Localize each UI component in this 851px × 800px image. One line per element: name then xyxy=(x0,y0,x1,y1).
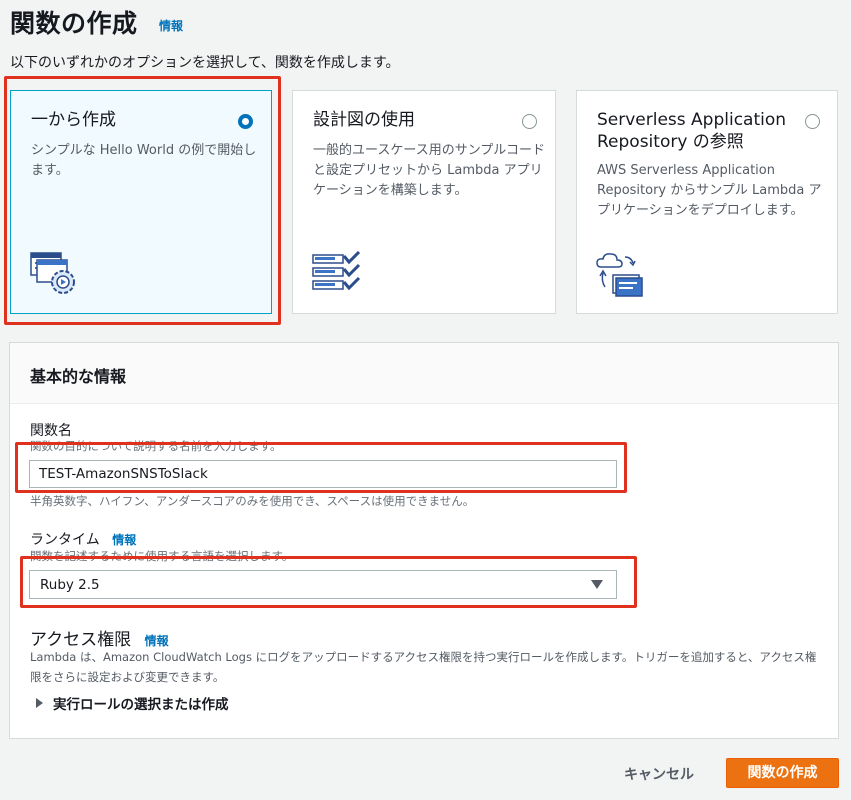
function-name-label: 関数名 xyxy=(30,423,72,439)
option-title: Serverless Application Repository の参照 xyxy=(597,110,787,152)
function-name-input[interactable] xyxy=(29,460,617,488)
option-radio-author-from-scratch[interactable] xyxy=(238,114,253,129)
option-radio-blueprint[interactable] xyxy=(522,114,537,129)
function-name-hint: 関数の目的について説明する名前を入力します。 xyxy=(30,439,282,453)
panel-title: 基本的な情報 xyxy=(30,367,127,386)
option-card-author-from-scratch[interactable]: 一から作成 シンプルな Hello World の例で開始します。 xyxy=(10,90,272,314)
option-card-blueprint[interactable]: 設計図の使用 一般的ユースケース用のサンプルコードと設定プリセットから Lamb… xyxy=(292,90,556,314)
basic-info-panel: 基本的な情報 関数名 関数の目的について説明する名前を入力します。 半角英数字、… xyxy=(9,342,839,739)
caret-right-icon xyxy=(36,698,43,708)
panel-header: 基本的な情報 xyxy=(10,343,838,404)
create-function-button[interactable]: 関数の作成 xyxy=(726,758,839,788)
serverless-repo-icon xyxy=(596,253,643,297)
access-description: Lambda は、Amazon CloudWatch Logs にログをアップロ… xyxy=(30,650,817,684)
runtime-hint: 関数を記述するために使用する言語を選択します。 xyxy=(30,549,294,563)
author-from-scratch-icon xyxy=(30,252,75,294)
function-name-constraint: 半角英数字、ハイフン、アンダースコアのみを使用でき、スペースは使用できません。 xyxy=(30,494,475,508)
cancel-button[interactable]: キャンセル xyxy=(612,758,706,788)
option-description: 一般的ユースケース用のサンプルコードと設定プリセットから Lambda アプリケ… xyxy=(313,143,546,198)
option-title: 設計図の使用 xyxy=(313,110,415,130)
runtime-label-text: ランタイム xyxy=(30,532,100,548)
title-info-link[interactable]: 情報 xyxy=(159,17,183,34)
option-card-serverless-repo[interactable]: Serverless Application Repository の参照 AW… xyxy=(576,90,838,314)
runtime-select[interactable]: Ruby 2.5 xyxy=(29,570,617,599)
option-description: シンプルな Hello World の例で開始します。 xyxy=(31,143,257,178)
runtime-info-link[interactable]: 情報 xyxy=(112,533,136,547)
expander-label: 実行ロールの選択または作成 xyxy=(53,697,229,713)
option-radio-serverless-repo[interactable] xyxy=(805,114,820,129)
runtime-label: ランタイム 情報 xyxy=(30,529,136,549)
option-description: AWS Serverless Application Repository から… xyxy=(597,163,822,218)
caret-down-icon xyxy=(591,580,603,589)
page-description: 以下のいずれかのオプションを選択して、関数を作成します。 xyxy=(10,55,400,71)
execution-role-expander[interactable]: 実行ロールの選択または作成 xyxy=(36,693,229,713)
option-title: 一から作成 xyxy=(31,110,116,130)
blueprint-icon xyxy=(312,251,361,291)
page-title: 関数の作成 xyxy=(10,9,138,38)
runtime-select-value: Ruby 2.5 xyxy=(40,577,100,593)
access-info-link[interactable]: 情報 xyxy=(145,634,169,648)
